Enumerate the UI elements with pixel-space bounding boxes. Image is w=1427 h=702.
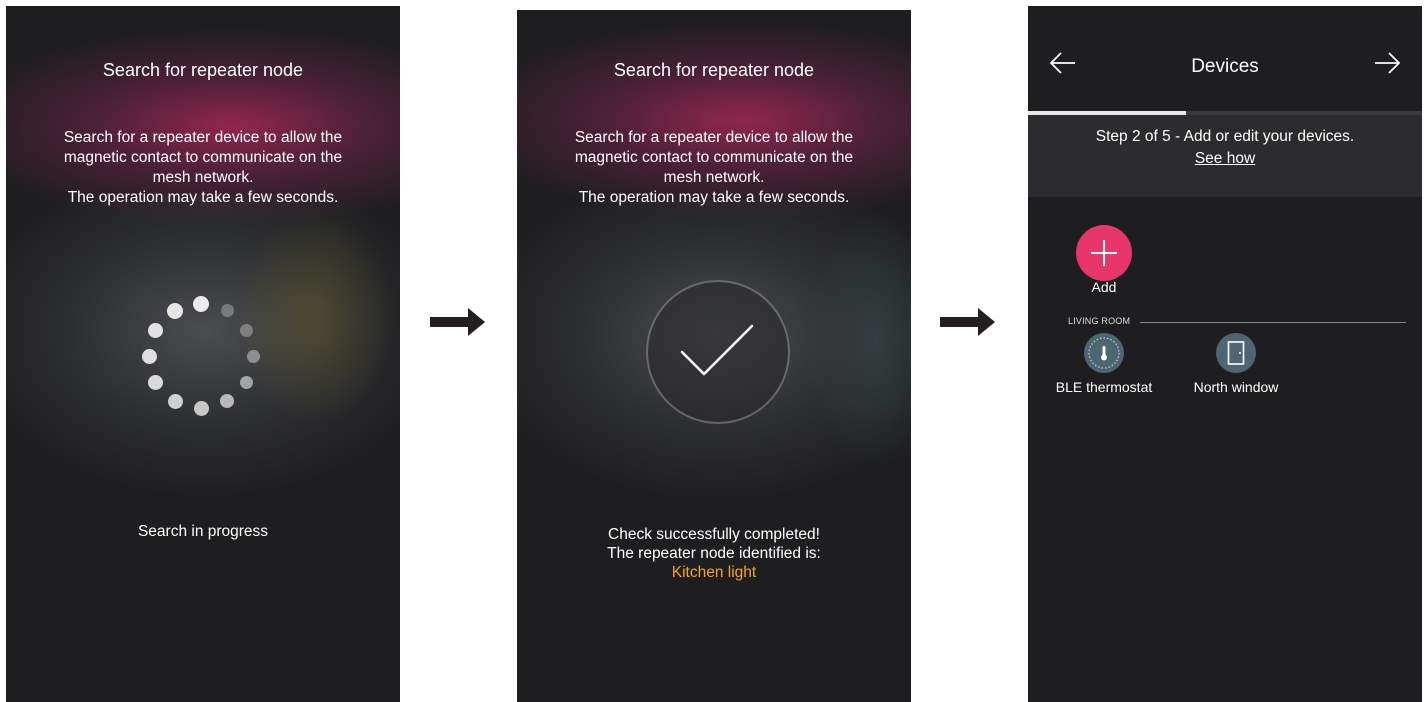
description-line: magnetic contact to communicate on the: [574, 149, 854, 166]
loading-spinner-icon: [141, 296, 261, 416]
top-bar: Devices: [1028, 6, 1422, 112]
spinner-dot: [167, 393, 183, 409]
forward-arrow-icon[interactable]: [1372, 48, 1402, 78]
spinner-dot: [239, 323, 253, 337]
screen-title: Search for repeater node: [102, 60, 304, 80]
add-device-button[interactable]: [1076, 225, 1132, 281]
spinner-dot: [148, 374, 164, 390]
description-line: mesh network.: [152, 169, 254, 186]
page-title: Devices: [1191, 56, 1259, 77]
search-status: Search in progress: [137, 523, 269, 540]
device-label: North window: [1193, 379, 1279, 395]
success-ring: [646, 280, 790, 424]
flow-arrow-icon: [940, 308, 995, 336]
spinner-dot: [167, 302, 183, 319]
description-line: Search for a repeater device to allow th…: [574, 129, 854, 146]
success-message: Check successfully completed! The repeat…: [517, 525, 911, 582]
search-screen-complete: Search for repeater node Search for a re…: [517, 10, 911, 702]
section-divider: [1140, 322, 1406, 323]
spinner-dot: [246, 349, 260, 363]
see-how-link[interactable]: See how: [1028, 150, 1422, 168]
description-line: The operation may take a few seconds.: [67, 189, 339, 206]
screen-title: Search for repeater node: [613, 60, 815, 80]
spinner-dot: [220, 394, 234, 409]
search-screen-in-progress: Search for repeater node Search for a re…: [6, 6, 400, 702]
spinner-dot: [141, 348, 157, 364]
success-line: Check successfully completed!: [608, 526, 820, 543]
repeater-name: Kitchen light: [671, 564, 757, 581]
spinner-dot: [193, 296, 209, 312]
description-line: magnetic contact to communicate on the: [63, 149, 343, 166]
devices-screen: Devices Step 2 of 5 - Add or edit your d…: [1028, 6, 1422, 702]
checkmark-icon: [680, 324, 754, 376]
spinner-dot: [148, 322, 164, 338]
add-label: Add: [1091, 279, 1117, 295]
step-panel: Step 2 of 5 - Add or edit your devices. …: [1028, 115, 1422, 197]
screen-description: Search for a repeater device to allow th…: [517, 128, 911, 208]
step-text: Step 2 of 5 - Add or edit your devices.: [1095, 128, 1355, 145]
device-tile-north-window[interactable]: North window: [1176, 333, 1296, 395]
success-line: The repeater node identified is:: [607, 545, 821, 562]
device-tile-thermostat[interactable]: BLE thermostat: [1037, 333, 1171, 395]
thermostat-icon: [1084, 333, 1124, 373]
flow-arrow-icon: [430, 308, 485, 336]
window-contact-icon: [1216, 333, 1256, 373]
description-line: Search for a repeater device to allow th…: [63, 129, 343, 146]
spinner-dot: [239, 375, 253, 389]
spinner-dot: [220, 304, 234, 318]
spinner-dot: [193, 400, 209, 416]
description-line: The operation may take a few seconds.: [578, 189, 850, 206]
description-line: mesh network.: [663, 169, 765, 186]
screen-description: Search for a repeater device to allow th…: [6, 128, 400, 208]
room-section-label: LIVING ROOM: [1068, 316, 1131, 326]
background-glow-teal: [807, 210, 911, 470]
device-label: BLE thermostat: [1055, 379, 1153, 395]
plus-icon: [1091, 240, 1117, 266]
